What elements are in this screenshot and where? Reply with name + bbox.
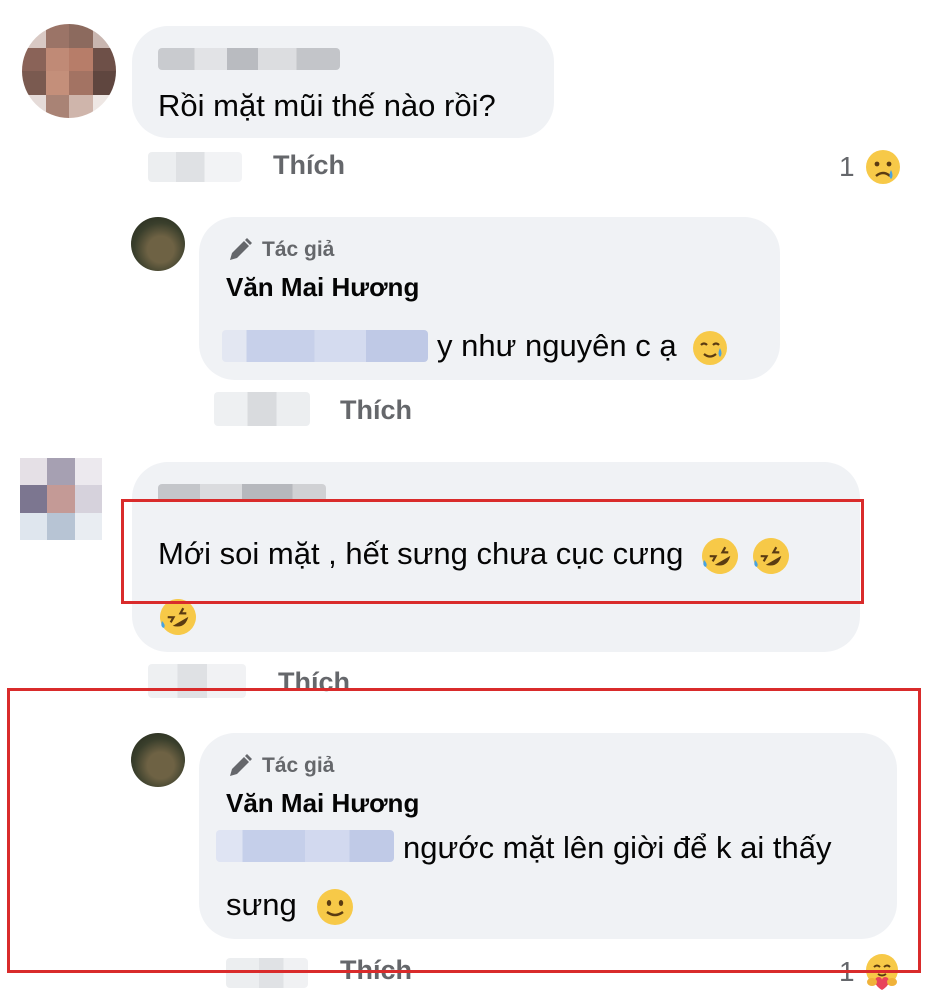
- commenter-avatar[interactable]: [22, 24, 116, 118]
- author-badge: Tác giả: [226, 236, 334, 264]
- smile-tear-icon: [693, 330, 728, 365]
- comment-text: Rồi mặt mũi thế nào rồi?: [158, 88, 496, 123]
- reply-text-content: y như nguyên c ạ: [437, 328, 677, 363]
- redacted-mention: [222, 330, 428, 362]
- redacted-commenter-name: [158, 48, 340, 70]
- highlight-box: [7, 688, 921, 973]
- like-button[interactable]: Thích: [273, 150, 345, 181]
- redacted-timestamp: [148, 152, 242, 182]
- like-button[interactable]: Thích: [340, 395, 412, 426]
- pencil-icon: [230, 238, 252, 260]
- reaction-count[interactable]: 1: [839, 151, 855, 183]
- author-badge-label: Tác giả: [262, 238, 335, 261]
- sad-tear-icon[interactable]: [864, 148, 902, 186]
- redacted-timestamp: [214, 392, 310, 426]
- highlight-box: [121, 499, 864, 604]
- commenter-avatar[interactable]: [20, 458, 102, 540]
- reply-text: y như nguyên c ạ: [437, 327, 729, 367]
- author-name[interactable]: Văn Mai Hương: [226, 272, 419, 303]
- author-avatar[interactable]: [131, 217, 185, 271]
